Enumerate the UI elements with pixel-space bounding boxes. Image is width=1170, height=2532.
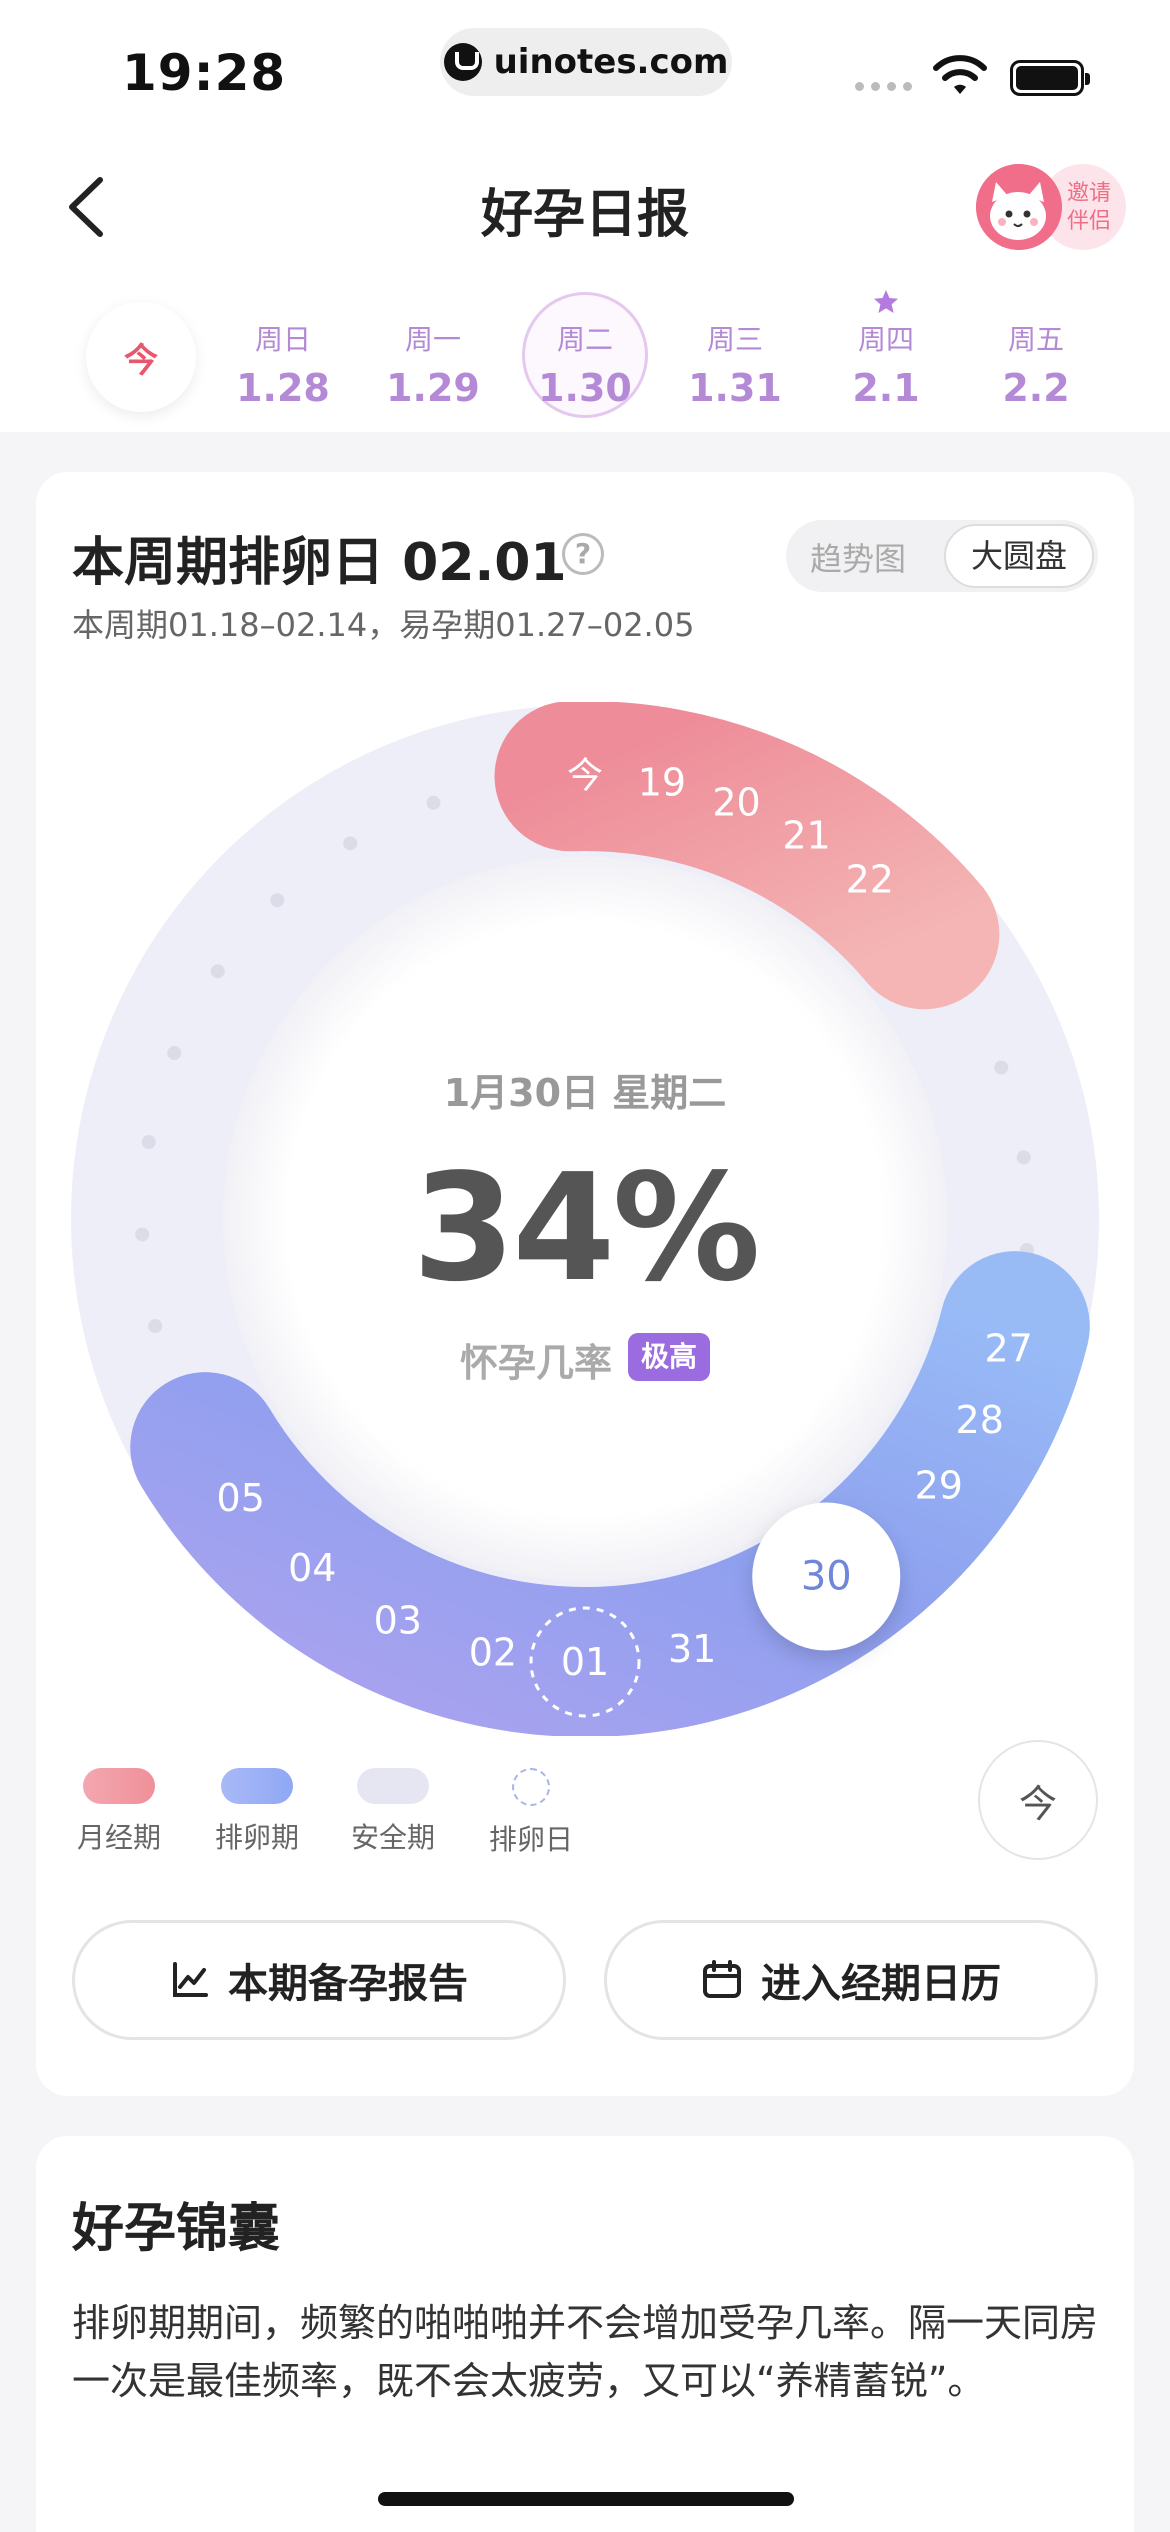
calendar-button-label: 进入经期日历 bbox=[761, 1961, 1001, 2007]
weekday-label: 周三 bbox=[706, 323, 763, 356]
date-label: 2.1 bbox=[852, 366, 920, 410]
ovulation-period-day-label: 28 bbox=[956, 1398, 1004, 1442]
cat-mascot-icon bbox=[976, 164, 1062, 250]
legend-safe-period: 安全期 bbox=[338, 1768, 448, 1856]
legend-ovulation-period: 排卵期 bbox=[202, 1768, 312, 1856]
report-button-label: 本期备孕报告 bbox=[228, 1961, 468, 2007]
weekday-label: 周五 bbox=[1007, 323, 1064, 356]
weekday-label: 周一 bbox=[404, 323, 461, 356]
wifi-icon bbox=[933, 55, 987, 94]
week-day-thu[interactable]: 周四 2.1 bbox=[811, 318, 961, 410]
current-day-label: 30 bbox=[801, 1554, 852, 1600]
legend-period: 月经期 bbox=[64, 1768, 174, 1856]
legend-swatch bbox=[83, 1768, 155, 1804]
period-day-label: 22 bbox=[846, 858, 894, 902]
page-title: 好孕日报 bbox=[480, 185, 689, 245]
back-arrow-icon[interactable] bbox=[60, 172, 114, 242]
invite-label-line1: 邀请 bbox=[1066, 181, 1111, 206]
date-label: 1.29 bbox=[386, 366, 480, 410]
period-day-label: 21 bbox=[782, 813, 830, 857]
period-day-label: 20 bbox=[712, 781, 760, 825]
level-badge: 极高 bbox=[628, 1333, 710, 1381]
invite-label-line2: 伴侣 bbox=[1066, 209, 1111, 234]
view-toggle: 趋势图 大圆盘 bbox=[786, 520, 1098, 592]
safe-day-dot bbox=[426, 795, 441, 810]
weekday-label: 周日 bbox=[254, 323, 311, 356]
tips-title: 好孕锦囊 bbox=[72, 2199, 281, 2259]
home-indicator[interactable] bbox=[378, 2492, 794, 2506]
ovulation-period-day-label: 02 bbox=[469, 1630, 517, 1674]
ovulation-period-day-label: 27 bbox=[984, 1327, 1032, 1371]
mascot-avatar[interactable] bbox=[976, 164, 1062, 250]
safe-day-dot bbox=[141, 1135, 156, 1150]
safe-day-dot bbox=[994, 1060, 1009, 1075]
pregnancy-probability: 34% bbox=[412, 1142, 760, 1314]
ovulation-period-day-label: 03 bbox=[374, 1598, 422, 1642]
legend-label: 排卵期 bbox=[214, 1821, 299, 1854]
tab-trend-chart[interactable]: 趋势图 bbox=[810, 534, 906, 580]
weekday-label: 周二 bbox=[556, 323, 613, 356]
safe-day-dot bbox=[270, 893, 285, 908]
date-label: 2.2 bbox=[1002, 366, 1070, 410]
star-icon bbox=[874, 290, 898, 313]
today-button[interactable]: 今 bbox=[86, 302, 196, 412]
ovulation-period-day-label: 04 bbox=[288, 1546, 336, 1590]
legend-swatch bbox=[221, 1768, 293, 1804]
date-label: 1.31 bbox=[688, 366, 782, 410]
safe-day-dot bbox=[135, 1227, 150, 1242]
status-time: 19:28 bbox=[122, 44, 287, 102]
chart-icon bbox=[173, 1962, 208, 1997]
date-label: 1.30 bbox=[538, 366, 632, 410]
probability-label: 怀孕几率 bbox=[460, 1341, 613, 1385]
legend-swatch bbox=[357, 1768, 429, 1804]
tab-big-dial[interactable]: 大圆盘 bbox=[944, 524, 1094, 588]
url-pill[interactable]: uinotes.com bbox=[440, 28, 732, 96]
legend-ovulation-day: 排卵日 bbox=[476, 1768, 586, 1858]
safe-day-dot bbox=[1016, 1150, 1031, 1165]
ovulation-period-day-label: 05 bbox=[217, 1476, 265, 1520]
safe-day-dot bbox=[343, 836, 358, 851]
week-day-tue[interactable]: 周二 1.30 bbox=[510, 318, 660, 410]
back-to-today-button[interactable]: 今 bbox=[978, 1740, 1098, 1860]
legend-label: 排卵日 bbox=[488, 1823, 573, 1856]
calendar-icon bbox=[703, 1960, 741, 1998]
week-day-sun[interactable]: 周日 1.28 bbox=[208, 318, 358, 410]
week-day-mon[interactable]: 周一 1.29 bbox=[358, 318, 508, 410]
cycle-subtitle: 本周期01.18–02.14，易孕期01.27–02.05 bbox=[72, 606, 695, 644]
ovulation-period-day-label: 31 bbox=[668, 1627, 716, 1671]
safe-day-dot bbox=[148, 1319, 163, 1334]
site-logo-icon bbox=[443, 43, 482, 81]
today-marker-label: 今 bbox=[567, 756, 603, 797]
question-icon[interactable]: ? bbox=[562, 533, 604, 575]
battery-icon bbox=[1010, 60, 1090, 96]
week-day-fri[interactable]: 周五 2.2 bbox=[961, 318, 1111, 410]
period-day-label: 19 bbox=[638, 761, 686, 805]
tips-text: 排卵期期间，频繁的啪啪啪并不会增加受孕几率。隔一天同房一次是最佳频率，既不会太疲… bbox=[72, 2301, 1099, 2403]
legend-label: 安全期 bbox=[350, 1821, 435, 1854]
date-label: 1.28 bbox=[236, 366, 330, 410]
legend-label: 月经期 bbox=[76, 1821, 161, 1854]
cycle-title: 本周期排卵日 02.01 bbox=[72, 533, 567, 593]
legend-swatch bbox=[512, 1768, 550, 1806]
url-text: uinotes.com bbox=[493, 42, 729, 82]
cellular-signal-icon bbox=[855, 82, 912, 91]
safe-day-dot bbox=[167, 1046, 182, 1061]
weekday-label: 周四 bbox=[857, 323, 914, 356]
ovulation-day-label: 01 bbox=[561, 1640, 609, 1684]
ovulation-period-day-label: 29 bbox=[915, 1464, 963, 1508]
report-button[interactable]: 本期备孕报告 bbox=[72, 1920, 566, 2040]
week-day-wed[interactable]: 周三 1.31 bbox=[660, 318, 810, 410]
calendar-button[interactable]: 进入经期日历 bbox=[604, 1920, 1098, 2040]
safe-day-dot bbox=[210, 964, 225, 979]
center-date: 1月30日 星期二 bbox=[443, 1071, 727, 1115]
